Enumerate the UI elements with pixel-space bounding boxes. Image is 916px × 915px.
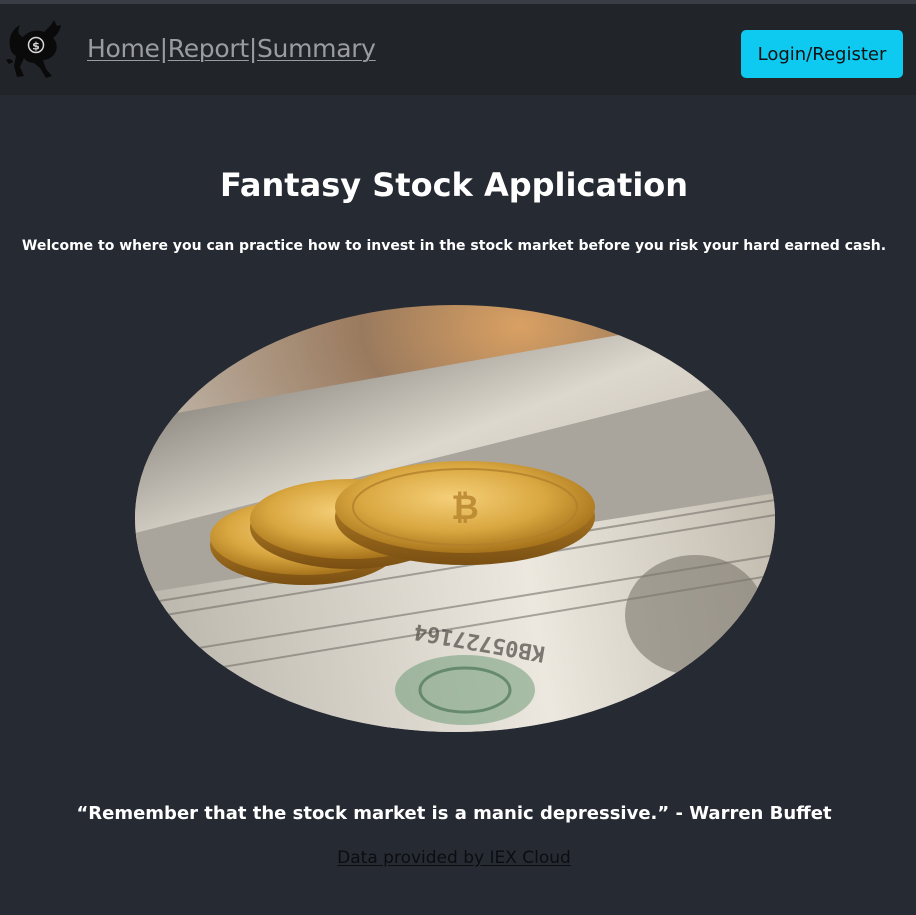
- nav-link-home[interactable]: Home: [87, 34, 160, 63]
- iex-cloud-link[interactable]: Data provided by IEX Cloud: [337, 848, 571, 868]
- navbar: $ Home|Report|Summary Login/Register: [0, 4, 916, 95]
- data-credit: Data provided by IEX Cloud: [0, 848, 908, 868]
- nav-link-summary[interactable]: Summary: [257, 34, 376, 63]
- bull-logo-icon[interactable]: $: [4, 16, 72, 84]
- svg-text:₿: ₿: [451, 488, 479, 528]
- quote-text: “Remember that the stock market is a man…: [76, 803, 832, 824]
- nav-link-report[interactable]: Report: [168, 34, 249, 63]
- nav-links: Home|Report|Summary: [87, 34, 376, 63]
- hero-image: KB05727164 ₿: [135, 305, 775, 732]
- nav-separator: |: [159, 34, 168, 63]
- svg-text:$: $: [32, 40, 40, 53]
- welcome-text: Welcome to where you can practice how to…: [21, 238, 887, 254]
- nav-separator: |: [248, 34, 257, 63]
- page-title: Fantasy Stock Application: [219, 166, 689, 204]
- login-register-button[interactable]: Login/Register: [741, 30, 903, 78]
